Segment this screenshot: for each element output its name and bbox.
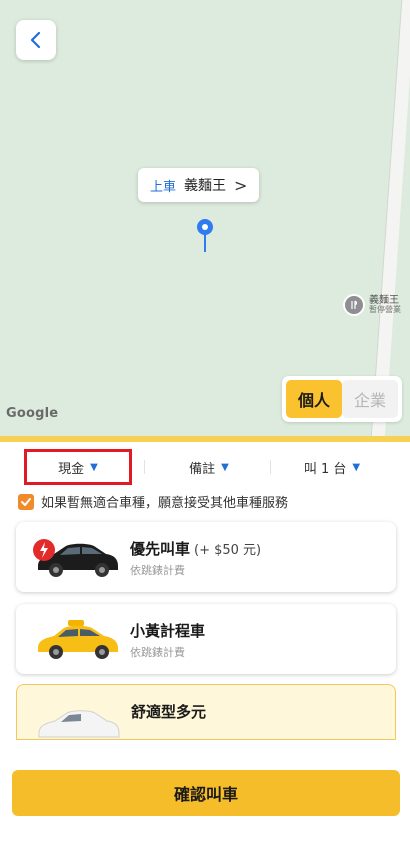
poi-status: 暫停營業 [369, 305, 401, 315]
note-label: 備註 [189, 461, 216, 477]
back-button[interactable] [16, 20, 56, 60]
map-road [369, 0, 410, 436]
black-car-icon [33, 539, 118, 577]
map-view[interactable]: 上車 義麵王 > 義麵王 暫停營業 Google 個人 企業 [0, 0, 410, 436]
note-button[interactable]: 備註 ▼ [150, 452, 268, 482]
payment-method-label: 現金 [58, 461, 85, 477]
mode-business-button[interactable]: 企業 [342, 380, 398, 418]
mode-personal-button[interactable]: 個人 [286, 380, 342, 418]
service-name: 小黃計程車 [130, 622, 206, 640]
yellow-taxi-icon [38, 620, 118, 659]
chevron-left-icon [30, 31, 41, 49]
service-card-priority[interactable]: 優先叫車 (+ $50 元) 依跳錶計費 [16, 522, 396, 592]
vehicle-count-button[interactable]: 叫 1 台 ▼ [272, 452, 392, 482]
caret-down-icon: ▼ [221, 461, 229, 473]
divider [270, 460, 271, 474]
checkbox-checked-icon [18, 493, 34, 510]
payment-method-button[interactable]: 現金 ▼ [24, 449, 132, 485]
accept-other-vehicle-checkbox[interactable]: 如果暫無適合車種，願意接受其他車種服務 [18, 492, 288, 511]
pickup-name: 義麵王 [184, 178, 227, 194]
options-row: 現金 ▼ 備註 ▼ 叫 1 台 ▼ [0, 448, 410, 486]
service-name: 優先叫車 (+ $50 元) [130, 540, 262, 558]
caret-down-icon: ▼ [352, 461, 361, 473]
mode-toggle: 個人 企業 [282, 376, 402, 422]
service-card-taxi[interactable]: 小黃計程車 依跳錶計費 [16, 604, 396, 674]
location-pin-icon [197, 219, 213, 252]
service-pricing: 依跳錶計費 [130, 646, 185, 659]
accept-other-vehicle-label: 如果暫無適合車種，願意接受其他車種服務 [41, 496, 289, 511]
service-name: 舒適型多元 [131, 703, 207, 721]
divider [144, 460, 145, 474]
service-surcharge: (+ $50 元) [194, 543, 262, 558]
map-poi[interactable]: 義麵王 暫停營業 [343, 294, 401, 316]
confirm-ride-button[interactable]: 確認叫車 [12, 770, 400, 816]
pickup-label: 上車 [150, 179, 177, 195]
caret-down-icon: ▼ [90, 461, 98, 473]
restaurant-icon [343, 294, 365, 316]
google-logo: Google [6, 406, 59, 421]
chevron-right-icon: > [234, 175, 248, 195]
pickup-location-bubble[interactable]: 上車 義麵王 > [138, 168, 260, 202]
white-car-icon [38, 710, 120, 738]
service-pricing: 依跳錶計費 [130, 564, 185, 577]
service-card-comfort[interactable]: 舒適型多元 [16, 684, 396, 740]
vehicle-count-label: 叫 1 台 [303, 461, 347, 477]
